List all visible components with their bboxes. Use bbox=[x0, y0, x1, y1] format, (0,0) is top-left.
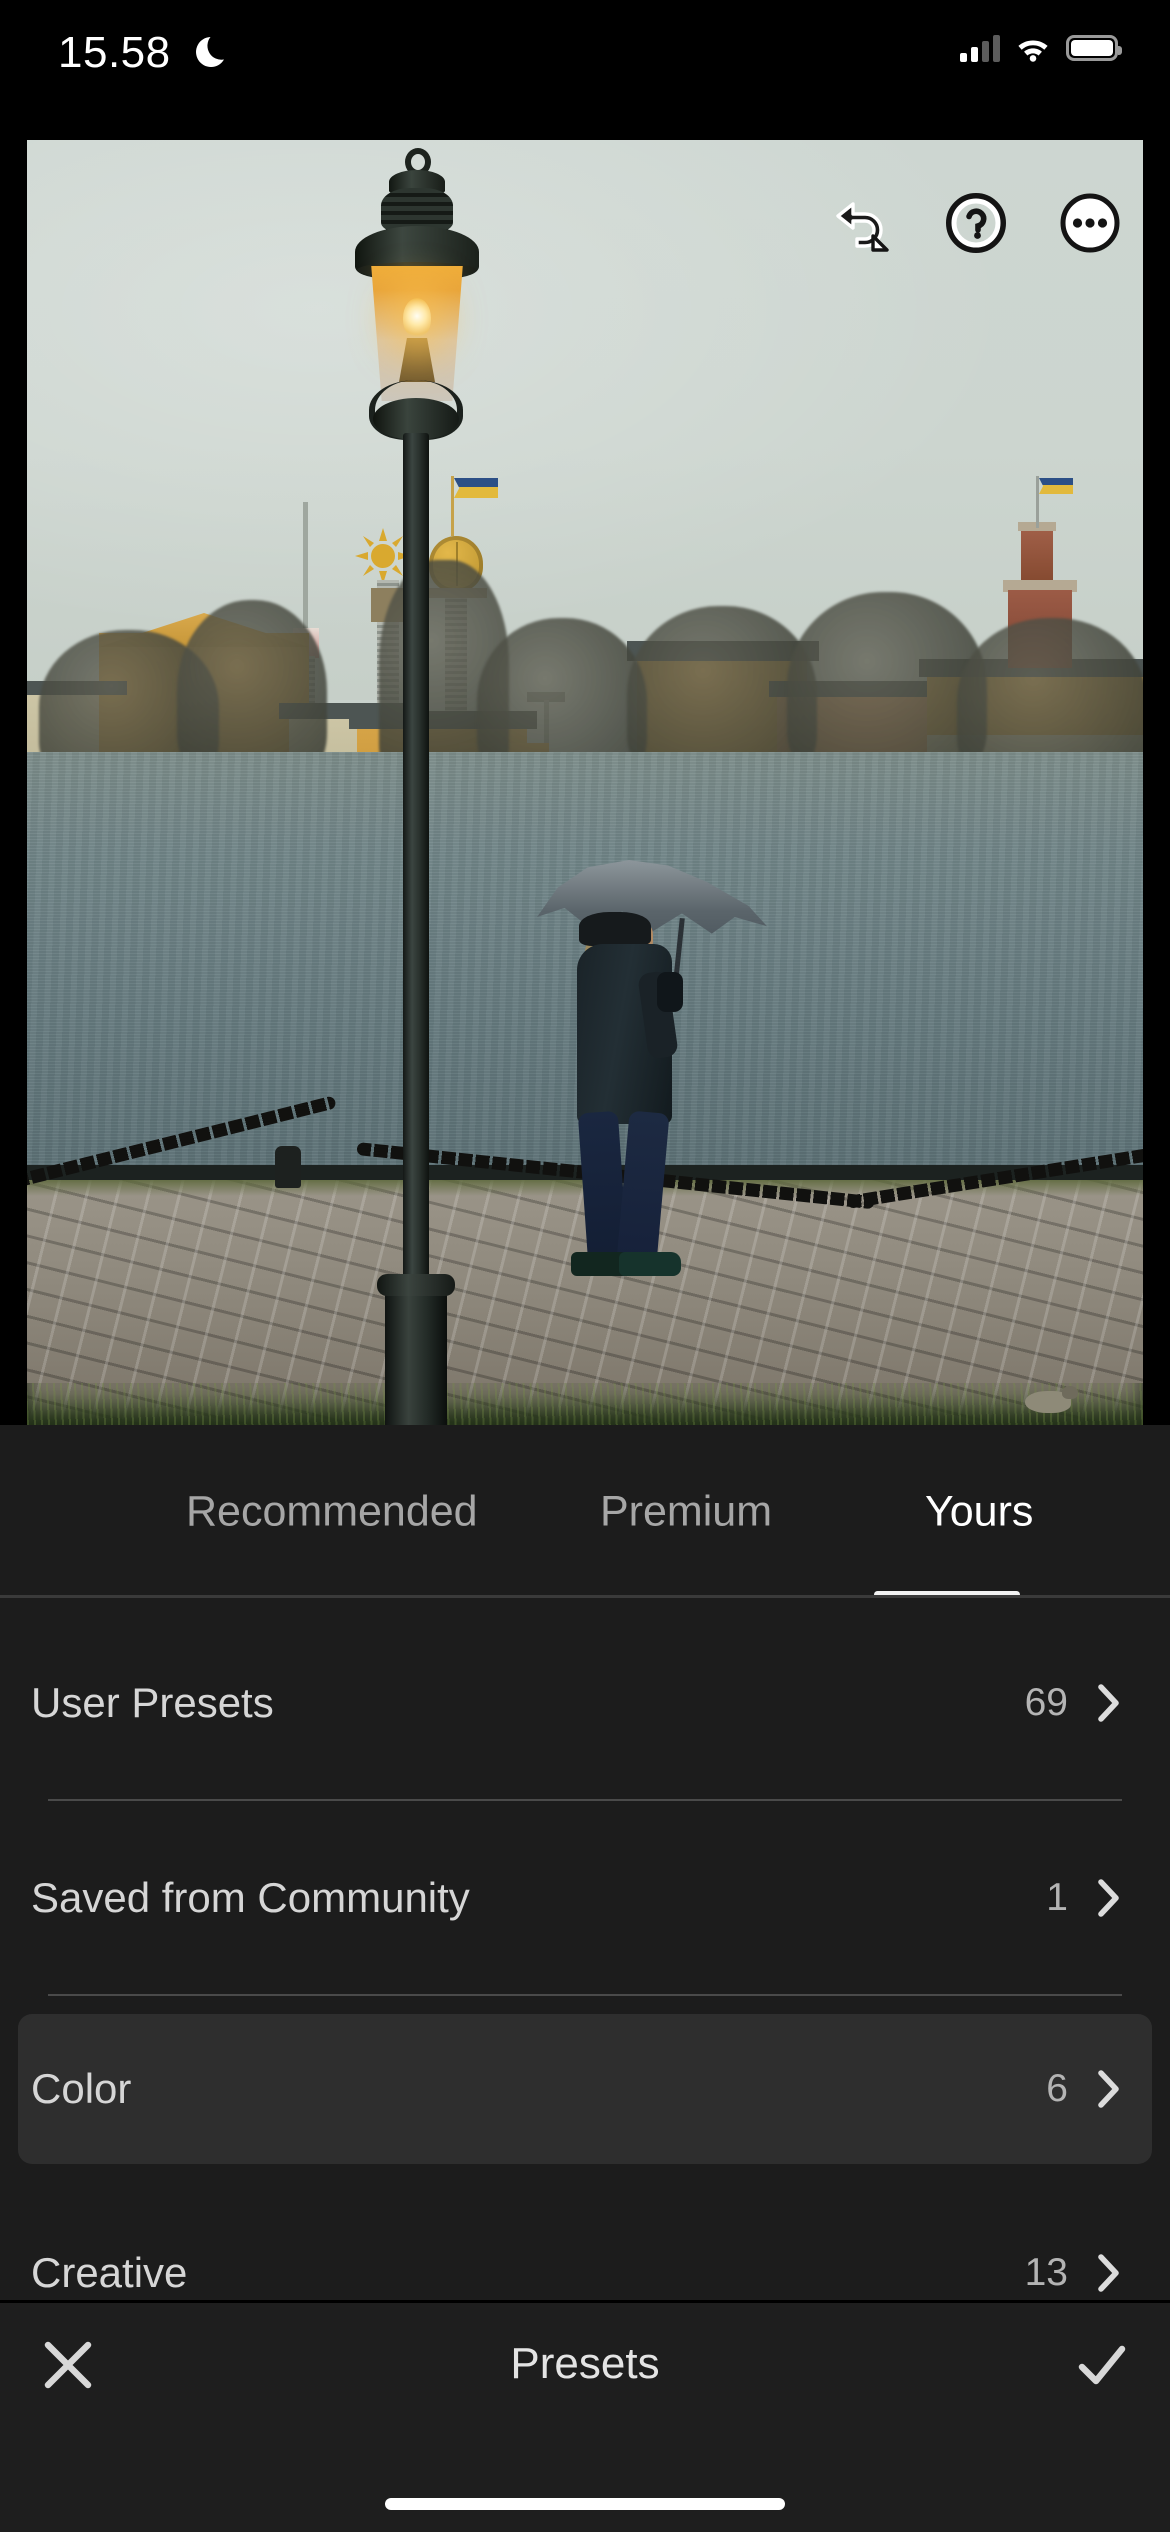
chevron-right-icon bbox=[1098, 2070, 1119, 2108]
photo-grass bbox=[27, 1383, 1143, 1425]
bottom-bar-title: Presets bbox=[510, 2339, 660, 2388]
list-item-color[interactable]: Color 6 bbox=[18, 2014, 1152, 2164]
list-item-saved-from-community[interactable]: Saved from Community 1 bbox=[18, 1841, 1152, 1954]
photo-toolbar bbox=[831, 192, 1121, 254]
chevron-right-icon bbox=[1098, 1683, 1119, 1722]
tab-premium[interactable]: Premium bbox=[600, 1487, 772, 1536]
presets-panel: Recommended Premium Yours User Presets 6… bbox=[0, 1425, 1170, 2532]
list-item-label: Color bbox=[31, 2065, 132, 2112]
cellular-signal-icon bbox=[960, 34, 1000, 62]
tab-yours[interactable]: Yours bbox=[925, 1487, 1033, 1536]
photo-street-lamp bbox=[347, 148, 487, 1425]
photo-preview[interactable] bbox=[27, 140, 1143, 1425]
status-bar-time: 15.58 bbox=[58, 28, 171, 77]
photo-person-with-umbrella bbox=[537, 860, 767, 1280]
list-item-count: 69 bbox=[1024, 1680, 1068, 1724]
list-item-count: 13 bbox=[1024, 2250, 1068, 2294]
chevron-right-icon bbox=[1098, 1878, 1119, 1917]
battery-full-icon bbox=[1066, 35, 1122, 61]
tab-recommended[interactable]: Recommended bbox=[186, 1487, 478, 1536]
list-item-count: 6 bbox=[1046, 2067, 1068, 2110]
list-item-user-presets[interactable]: User Presets 69 bbox=[18, 1646, 1152, 1759]
status-bar-indicators bbox=[960, 34, 1122, 62]
list-item-label: User Presets bbox=[31, 1678, 274, 1726]
list-item-label: Saved from Community bbox=[31, 1873, 470, 1921]
undo-icon[interactable] bbox=[831, 192, 893, 254]
check-icon[interactable] bbox=[1072, 2335, 1132, 2395]
photo-canvas bbox=[27, 140, 1143, 1425]
photo-duck bbox=[1025, 1386, 1078, 1413]
app-root: 15.58 Recommended Premium Yours User Pre… bbox=[0, 0, 1170, 2532]
status-bar: 15.58 bbox=[0, 0, 1170, 140]
list-item-count: 1 bbox=[1046, 1875, 1068, 1919]
chevron-right-icon bbox=[1098, 2253, 1119, 2292]
crescent-moon-icon bbox=[196, 37, 224, 67]
wifi-icon bbox=[1018, 40, 1048, 62]
more-options-icon[interactable] bbox=[1059, 192, 1121, 254]
home-indicator[interactable] bbox=[385, 2498, 785, 2510]
preset-group-list: User Presets 69 Saved from Community 1 C… bbox=[0, 1598, 1170, 2329]
preset-tabs: Recommended Premium Yours bbox=[0, 1425, 1170, 1598]
list-item-label: Creative bbox=[31, 2248, 188, 2296]
help-icon[interactable] bbox=[945, 192, 1007, 254]
photo-bollard bbox=[275, 1146, 301, 1188]
bottom-action-bar: Presets bbox=[0, 2300, 1170, 2532]
